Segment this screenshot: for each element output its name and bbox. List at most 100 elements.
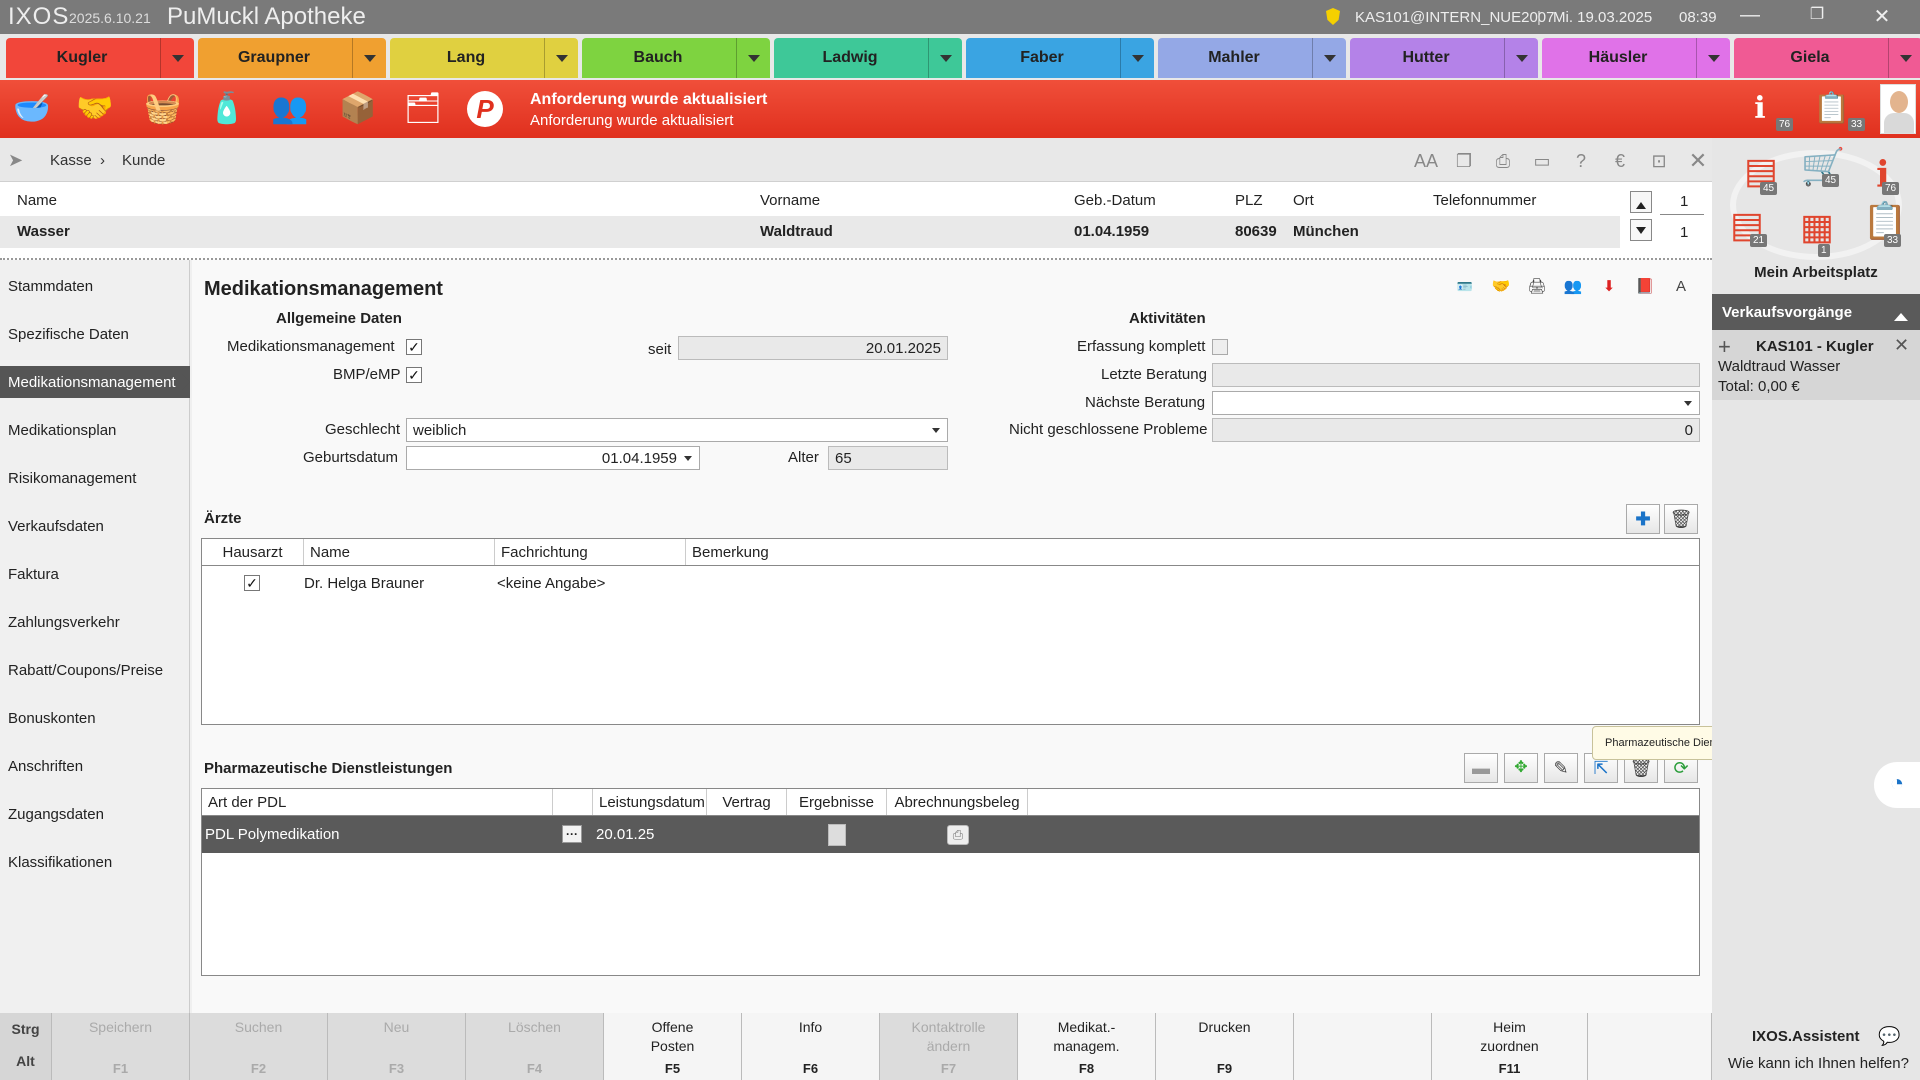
bottle-icon[interactable]: 🧴 [207, 89, 247, 129]
bmp-checkbox[interactable]: ✓ [406, 367, 422, 383]
tab-dropdown-icon[interactable] [352, 38, 386, 78]
basket-icon[interactable]: 🧺 [143, 89, 183, 129]
handshake-icon[interactable]: 🤝 [1486, 275, 1516, 301]
tab-hutter[interactable]: Hutter [1350, 38, 1538, 78]
font-icon[interactable]: A [1666, 275, 1696, 301]
mortar-icon[interactable]: 🥣 [12, 89, 52, 129]
tab-graupner[interactable]: Graupner [198, 38, 386, 78]
fkey-f7[interactable]: Kontaktrolle ändern F7 [880, 1013, 1018, 1080]
fkey-f5[interactable]: Offene Posten F5 [604, 1013, 742, 1080]
sidebar-item-spezifische-daten[interactable]: Spezifische Daten [0, 318, 190, 350]
add-doctor-button[interactable]: ✚ [1626, 504, 1660, 534]
minimize-icon[interactable]: — [1735, 4, 1765, 30]
fkey-f3[interactable]: Neu F3 [328, 1013, 466, 1080]
chat-assistant-icon[interactable]: ◔ [1874, 762, 1920, 808]
close-icon[interactable]: ✕ [1687, 150, 1709, 172]
sidebar-item-rabatt-coupons-preise[interactable]: Rabatt/Coupons/Preise [0, 654, 190, 686]
export-icon[interactable]: ⊡ [1648, 150, 1670, 172]
sidebar-item-zahlungsverkehr[interactable]: Zahlungsverkehr [0, 606, 190, 638]
sidebar-item-bonuskonten[interactable]: Bonuskonten [0, 702, 190, 734]
col-bemerkung[interactable]: Bemerkung [686, 539, 1699, 565]
boxes-icon[interactable]: 📦 [338, 89, 378, 129]
info-icon[interactable]: i [1740, 89, 1780, 129]
fkey-f9[interactable]: Drucken F9 [1156, 1013, 1294, 1080]
tab-kugler[interactable]: Kugler [6, 38, 194, 78]
assistant-panel[interactable]: IXOS.Assistent 💬 Wie kann ich Ihnen helf… [1712, 1013, 1920, 1080]
orders-icon[interactable]: ▦ [1794, 204, 1840, 250]
seit-field[interactable]: 20.01.2025 [678, 336, 948, 360]
tab-dropdown-icon[interactable] [736, 38, 770, 78]
delete-doctor-button[interactable]: 🗑 [1664, 504, 1698, 534]
sidebar-item-klassifikationen[interactable]: Klassifikationen [0, 846, 190, 878]
fkey-f2[interactable]: Suchen F2 [190, 1013, 328, 1080]
back-icon[interactable]: ➤ [8, 150, 32, 170]
tab-bauch[interactable]: Bauch [582, 38, 770, 78]
tab-dropdown-icon[interactable] [544, 38, 578, 78]
documents-icon[interactable]: 🗂 [403, 89, 443, 129]
pdl-edit-button[interactable]: ✎ [1544, 753, 1578, 783]
sidebar-item-anschriften[interactable]: Anschriften [0, 750, 190, 782]
col-fachrichtung[interactable]: Fachrichtung [495, 539, 686, 565]
table-row[interactable]: PDL Polymedikation ··· 20.01.25 ⎙ [202, 816, 1699, 853]
col-ergebnisse[interactable]: Ergebnisse [787, 789, 887, 815]
fkey-f4[interactable]: Löschen F4 [466, 1013, 604, 1080]
tab-lang[interactable]: Lang [390, 38, 578, 78]
remove-icon[interactable]: ✕ [1894, 335, 1909, 356]
tab-häusler[interactable]: Häusler [1542, 38, 1730, 78]
col-vertrag[interactable]: Vertrag [707, 789, 787, 815]
tasks-icon[interactable]: 📋 [1812, 89, 1852, 129]
handshake-icon[interactable]: 🤝 [75, 89, 115, 129]
ergebnisse-document-icon[interactable] [828, 824, 846, 846]
geburtsdatum-picker[interactable]: 01.04.1959 [406, 446, 700, 470]
sidebar-item-zugangsdaten[interactable]: Zugangsdaten [0, 798, 190, 830]
sidebar-item-faktura[interactable]: Faktura [0, 558, 190, 590]
geschlecht-select[interactable]: weiblich [406, 418, 948, 442]
help-icon[interactable]: ? [1570, 150, 1592, 172]
pdl-network-button[interactable]: ✥ [1504, 753, 1538, 783]
sidebar-item-medikationsmanagement[interactable]: Medikationsmanagement [0, 366, 190, 398]
card-reader-icon[interactable]: 🪪 [1450, 275, 1480, 301]
import-icon[interactable]: ⬇ [1594, 275, 1624, 301]
pdl-folder-button[interactable]: ▬ [1464, 753, 1498, 783]
col-abrechnungsbeleg[interactable]: Abrechnungsbeleg [887, 789, 1028, 815]
medman-checkbox[interactable]: ✓ [406, 339, 422, 355]
contacts-icon[interactable]: 👥 [270, 89, 310, 129]
table-row[interactable]: ✓ Dr. Helga Brauner <keine Angabe> [202, 567, 1699, 599]
print-preview-icon[interactable]: ⎙ [1492, 150, 1514, 172]
printer-icon[interactable]: 🖨 [1522, 275, 1552, 301]
tab-faber[interactable]: Faber [966, 38, 1154, 78]
breadcrumb-kasse[interactable]: Kasse [50, 152, 92, 169]
pdl-more-button[interactable]: ··· [562, 825, 582, 843]
col-name[interactable]: Name [304, 539, 495, 565]
abrechnungsbeleg-print-icon[interactable]: ⎙ [947, 825, 969, 845]
fkey-f1[interactable]: Speichern F1 [52, 1013, 190, 1080]
erfassung-checkbox[interactable] [1212, 339, 1228, 355]
col-art[interactable]: Art der PDL [202, 789, 553, 815]
sidebar-item-risikomanagement[interactable]: Risikomanagement [0, 462, 190, 494]
euro-icon[interactable]: € [1609, 150, 1631, 172]
font-size-icon[interactable]: AA [1414, 150, 1438, 172]
book-icon[interactable]: 📕 [1630, 275, 1660, 301]
customer-row[interactable]: Wasser Waldtraud 01.04.1959 80639 Münche… [0, 216, 1620, 248]
tab-dropdown-icon[interactable] [1888, 38, 1920, 78]
next-customer-button[interactable] [1630, 219, 1652, 241]
tab-mahler[interactable]: Mahler [1158, 38, 1346, 78]
tab-giela[interactable]: Giela [1734, 38, 1920, 78]
tab-ladwig[interactable]: Ladwig [774, 38, 962, 78]
collapse-icon[interactable] [1894, 306, 1908, 321]
fkey-f6[interactable]: Info F6 [742, 1013, 880, 1080]
tab-dropdown-icon[interactable] [1312, 38, 1346, 78]
fkey-empty[interactable] [1294, 1013, 1432, 1080]
add-icon[interactable]: + [1718, 334, 1731, 360]
sidebar-item-medikationsplan[interactable]: Medikationsplan [0, 414, 190, 446]
col-more[interactable] [553, 789, 593, 815]
pharmacy-p-icon[interactable]: P [467, 91, 503, 127]
workplace-label[interactable]: Mein Arbeitsplatz [1712, 264, 1920, 281]
tab-dropdown-icon[interactable] [1120, 38, 1154, 78]
close-window-icon[interactable]: ✕ [1867, 4, 1897, 30]
people-icon[interactable]: 👥 [1558, 275, 1588, 301]
copy-icon[interactable]: ❐ [1453, 150, 1475, 172]
restore-icon[interactable]: ❐ [1802, 4, 1832, 30]
fkey-f11[interactable]: Heim zuordnen F11 [1432, 1013, 1588, 1080]
monitor-icon[interactable]: ▭ [1531, 150, 1553, 172]
